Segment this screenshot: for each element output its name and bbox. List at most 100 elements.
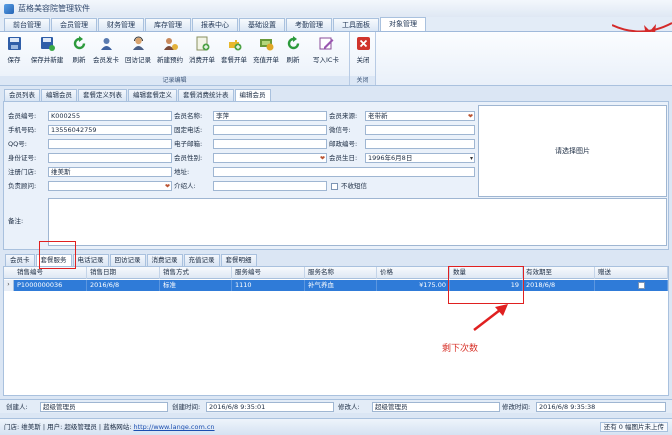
menu-tab-tools[interactable]: 工具面板 — [333, 18, 379, 31]
row-selector-icon[interactable]: › — [4, 280, 14, 291]
appointment-icon — [162, 35, 179, 52]
email-field[interactable] — [213, 139, 327, 149]
app-logo-icon — [4, 3, 14, 14]
new-appointment-button[interactable]: 新建预约 — [156, 35, 184, 73]
referrer-field[interactable] — [213, 181, 327, 191]
table-row[interactable]: P1000000036 2016/6/8 标准 1110 补气养血 ¥175.0… — [14, 280, 668, 291]
postcode-field[interactable] — [365, 139, 475, 149]
no-sms-label: 不收短信 — [341, 182, 367, 190]
tab-package-list[interactable]: 套餐定义列表 — [78, 89, 127, 101]
col-service-name[interactable]: 服务名称 — [305, 267, 377, 279]
photo-picker[interactable]: 请选择图片 — [478, 105, 667, 197]
col-sale-date[interactable]: 销售日期 — [87, 267, 160, 279]
menu-tab-finance[interactable]: 财务管理 — [98, 18, 144, 31]
member-card-icon — [98, 35, 115, 52]
tab-consume-records[interactable]: 消费记录 — [146, 254, 183, 266]
consultant-label: 负责顾问: — [8, 182, 37, 190]
gender-select[interactable]: ❤ — [213, 153, 327, 163]
upload-status: 还有 0 幅图片未上传 — [599, 422, 668, 432]
floppy-icon — [6, 35, 23, 52]
col-gift[interactable]: 赠送 — [595, 267, 668, 279]
notes-textarea[interactable] — [48, 198, 667, 246]
tab-member-card[interactable]: 会员卡 — [5, 254, 35, 266]
store-label: 注册门店: — [8, 168, 37, 176]
address-field[interactable] — [213, 167, 475, 177]
member-name-label: 会员名称: — [174, 112, 203, 120]
member-no-field[interactable]: K000255 — [48, 111, 172, 121]
col-sale-type[interactable]: 销售方式 — [160, 267, 232, 279]
pencil-edit-icon — [318, 35, 335, 52]
address-label: 地址: — [174, 168, 190, 176]
modified-field: 2016/6/8 9:35:38 — [536, 402, 666, 412]
dropdown-arrow-icon: ❤ — [319, 155, 325, 162]
menu-tab-settings[interactable]: 基础设置 — [239, 18, 285, 31]
highlight-package-tab — [39, 241, 76, 269]
no-sms-checkbox[interactable] — [331, 183, 338, 190]
tab-recharge-records[interactable]: 充值记录 — [183, 254, 220, 266]
source-select[interactable]: 老带新 ❤ — [365, 111, 475, 121]
menu-tab-attendance[interactable]: 考勤管理 — [286, 18, 332, 31]
col-price[interactable]: 价格 — [377, 267, 450, 279]
website-link[interactable]: http://www.lange.com.cn — [133, 423, 214, 431]
write-ic-card-button[interactable]: 写入IC卡 — [306, 35, 346, 73]
tab-edit-member-active[interactable]: 编辑会员 — [234, 89, 271, 101]
menu-tab-inventory[interactable]: 库存管理 — [145, 18, 191, 31]
mobile-field[interactable]: 13556042759 — [48, 125, 172, 135]
menu-tab-members[interactable]: 会员管理 — [51, 18, 97, 31]
tab-follow-up-records[interactable]: 回访记录 — [109, 254, 146, 266]
source-label: 会员来源: — [329, 112, 358, 120]
refresh-icon — [285, 35, 302, 52]
detail-tab-strip: 会员卡 套餐服务 电话记录 回访记录 消费记录 充值记录 套餐明细 — [3, 254, 669, 266]
floppy-new-icon — [39, 35, 56, 52]
store-field[interactable]: 维美斯 — [48, 167, 172, 177]
title-bar: 蓝格美容院管理软件 — [0, 0, 672, 17]
gender-label: 会员性别: — [174, 154, 203, 162]
tab-phone-records[interactable]: 电话记录 — [72, 254, 109, 266]
birthday-label: 会员生日: — [329, 154, 358, 162]
close-icon — [355, 35, 372, 52]
creator-field: 超级管理员 — [40, 402, 168, 412]
tab-edit-member[interactable]: 编辑会员 — [41, 89, 77, 101]
consultant-select[interactable]: ❤ — [48, 181, 172, 191]
page-tab-strip: 会员列表 编辑会员 套餐定义列表 编辑套餐定义 套餐消费统计表 编辑会员 — [0, 89, 672, 101]
tab-member-list[interactable]: 会员列表 — [4, 89, 40, 101]
qq-field[interactable] — [48, 139, 172, 149]
refresh-button[interactable]: 刷新 — [70, 35, 88, 73]
menu-tab-objects[interactable]: 对象管理 — [380, 17, 426, 31]
wechat-label: 微信号: — [329, 126, 351, 134]
annotation-remaining-count: 剩下次数 — [442, 344, 479, 354]
member-no-label: 会员编号: — [8, 112, 37, 120]
save-and-new-button[interactable]: 保存并新建 — [28, 35, 66, 73]
phone-field[interactable] — [213, 125, 327, 135]
menu-tab-front[interactable]: 前台管理 — [4, 18, 50, 31]
status-site-label: 蓝格网站: — [103, 423, 132, 431]
menu-tab-reports[interactable]: 报表中心 — [192, 18, 238, 31]
photo-picker-label: 请选择图片 — [555, 147, 590, 155]
mobile-label: 手机号码: — [8, 126, 37, 134]
record-info-bar: 创建人: 超级管理员 创建时间: 2016/6/8 9:35:01 修改人: 超… — [0, 399, 672, 413]
follow-up-record-button[interactable]: 回访记录 — [124, 35, 152, 73]
birthday-picker[interactable]: 1996年6月8日 ▾ — [365, 153, 475, 163]
tab-edit-package[interactable]: 编辑套餐定义 — [128, 89, 177, 101]
gift-checkbox[interactable] — [638, 282, 645, 289]
close-group-label: 关闭 — [350, 76, 375, 85]
wechat-field[interactable] — [365, 125, 475, 135]
member-name-field[interactable]: 李萍 — [213, 111, 327, 121]
close-button[interactable]: 关闭 — [353, 35, 373, 73]
tab-package-detail[interactable]: 套餐明细 — [220, 254, 257, 266]
save-button[interactable]: 保存 — [4, 35, 24, 73]
tab-package-stats[interactable]: 套餐消费统计表 — [178, 89, 234, 101]
col-valid-until[interactable]: 有效期至 — [523, 267, 595, 279]
qq-label: QQ号: — [8, 140, 27, 148]
consume-order-button[interactable]: 消费开单 — [188, 35, 216, 73]
modifier-field: 超级管理员 — [372, 402, 500, 412]
issue-card-button[interactable]: 会员发卡 — [92, 35, 120, 73]
package-service-grid: 销售编号 销售日期 销售方式 服务编号 服务名称 价格 数量 有效期至 赠送 ›… — [3, 266, 669, 396]
recharge-order-button[interactable]: 充值开单 — [252, 35, 280, 73]
id-field[interactable] — [48, 153, 172, 163]
col-service-no[interactable]: 服务编号 — [232, 267, 305, 279]
refresh-button-2[interactable]: 刷新 — [284, 35, 302, 73]
member-form: 会员编号: K000255 会员名称: 李萍 会员来源: 老带新 ❤ 手机号码: … — [3, 101, 669, 250]
status-user: 用户: 超级管理员 — [47, 423, 97, 431]
package-order-button[interactable]: 套餐开单 — [220, 35, 248, 73]
